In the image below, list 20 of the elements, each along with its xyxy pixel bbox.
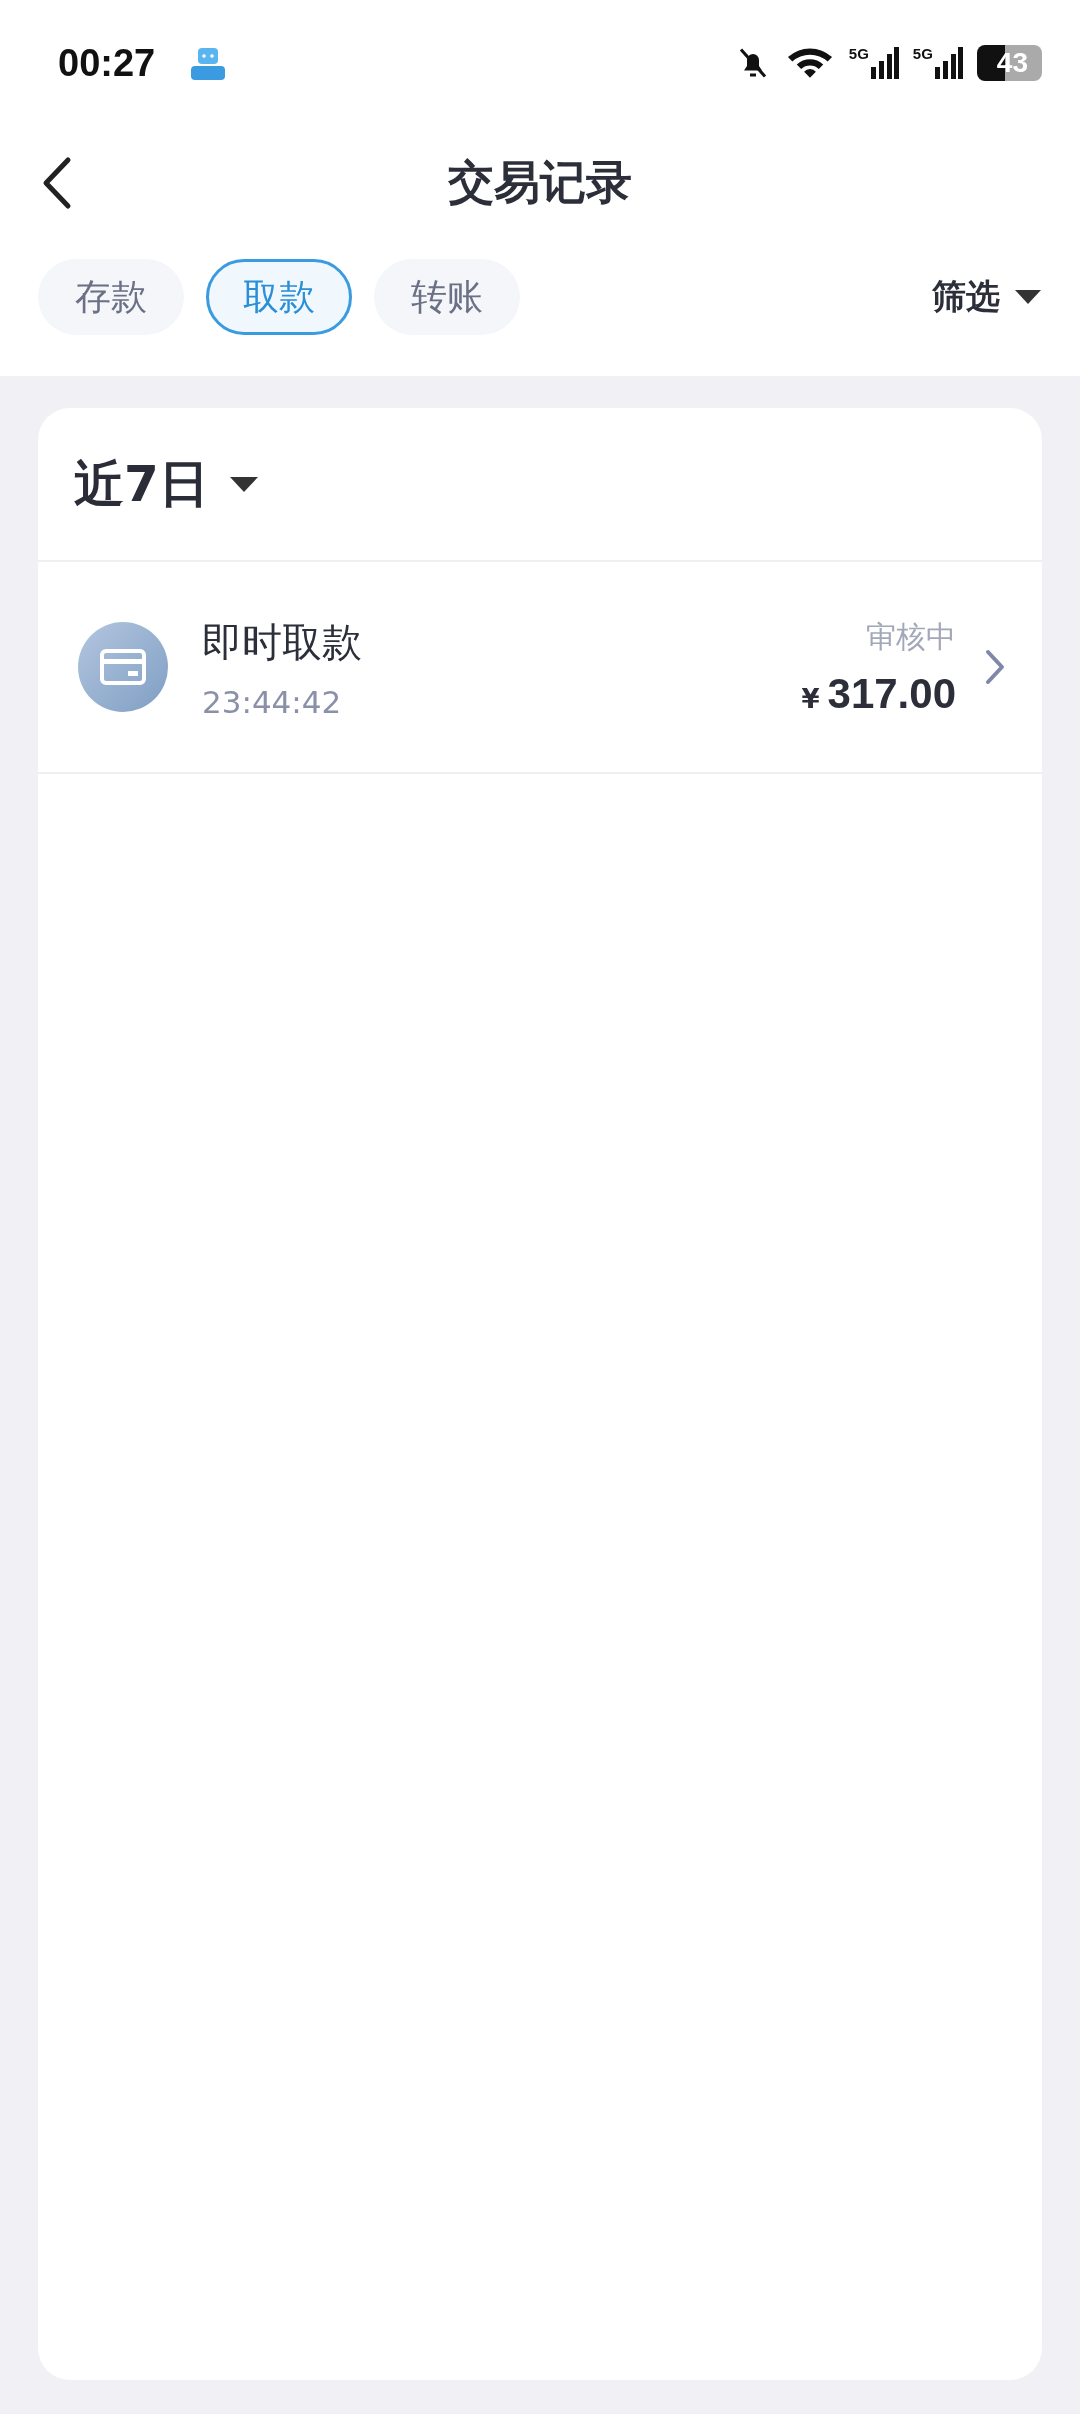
network-label: 5G [912, 45, 933, 62]
transaction-amount: 317.00 [827, 669, 956, 718]
signal-icon [868, 45, 899, 81]
signal-icon [932, 45, 963, 81]
filter-tab[interactable]: 转账 [374, 259, 520, 335]
caret-icon[interactable] [1014, 289, 1042, 305]
card-icon [78, 622, 168, 712]
chevron-right-icon[interactable] [984, 648, 1006, 686]
transaction-time: 23:44:42 [202, 683, 343, 720]
period-selector[interactable]: 近7日 [74, 450, 209, 518]
filter-tab[interactable]: 存款 [38, 259, 184, 335]
filter-button[interactable]: 筛选 [932, 274, 1000, 320]
status-time: 00:27 [58, 41, 156, 85]
network-label: 5G [848, 45, 869, 62]
transaction-status: 审核中 [866, 617, 956, 656]
page-title: 交易记录 [448, 154, 632, 211]
currency-symbol: ¥ [801, 683, 820, 714]
transaction-title: 即时取款 [202, 617, 363, 667]
filter-tab[interactable]: 取款 [206, 259, 352, 335]
caret-icon[interactable] [228, 475, 259, 493]
